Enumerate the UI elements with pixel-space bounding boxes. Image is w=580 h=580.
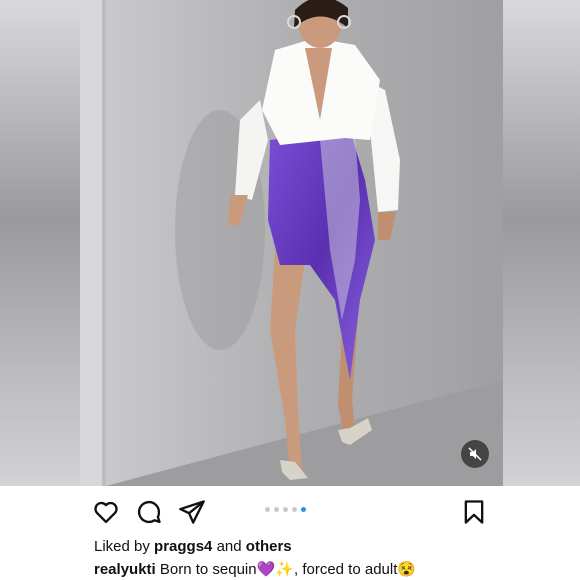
background-blur-right	[503, 0, 580, 486]
carousel-dot	[265, 507, 270, 512]
likes-line: Liked by praggs4 and others	[94, 538, 292, 555]
post-photo[interactable]	[80, 0, 503, 486]
post-photo-illustration	[80, 0, 503, 486]
carousel-dot	[283, 507, 288, 512]
heart-icon[interactable]	[92, 498, 120, 526]
sparkles-emoji: ✨	[275, 561, 294, 578]
likes-others-link[interactable]: others	[246, 538, 292, 555]
bookmark-icon[interactable]	[460, 498, 488, 526]
comment-icon[interactable]	[135, 498, 163, 526]
mute-button[interactable]	[461, 440, 489, 468]
likes-middle: and	[212, 538, 246, 555]
carousel-dot	[274, 507, 279, 512]
liked-by-username[interactable]: praggs4	[154, 538, 212, 555]
post-action-bar	[80, 490, 503, 534]
mute-icon	[468, 447, 482, 461]
purple-heart-emoji: 💜	[256, 561, 276, 578]
caption-username[interactable]: realyukti	[94, 561, 156, 578]
post-caption: realyukti Born to sequin💜✨, forced to ad…	[94, 560, 416, 578]
carousel-dot	[292, 507, 297, 512]
caption-text-2: , forced to adult	[293, 561, 398, 578]
dizzy-face-emoji: 😵	[397, 561, 417, 578]
share-icon[interactable]	[178, 498, 206, 526]
caption-text: Born to sequin	[155, 561, 257, 578]
likes-prefix: Liked by	[94, 538, 155, 555]
carousel-dot-active	[301, 507, 306, 512]
background-blur-left	[0, 0, 80, 486]
carousel-dots	[265, 507, 306, 512]
